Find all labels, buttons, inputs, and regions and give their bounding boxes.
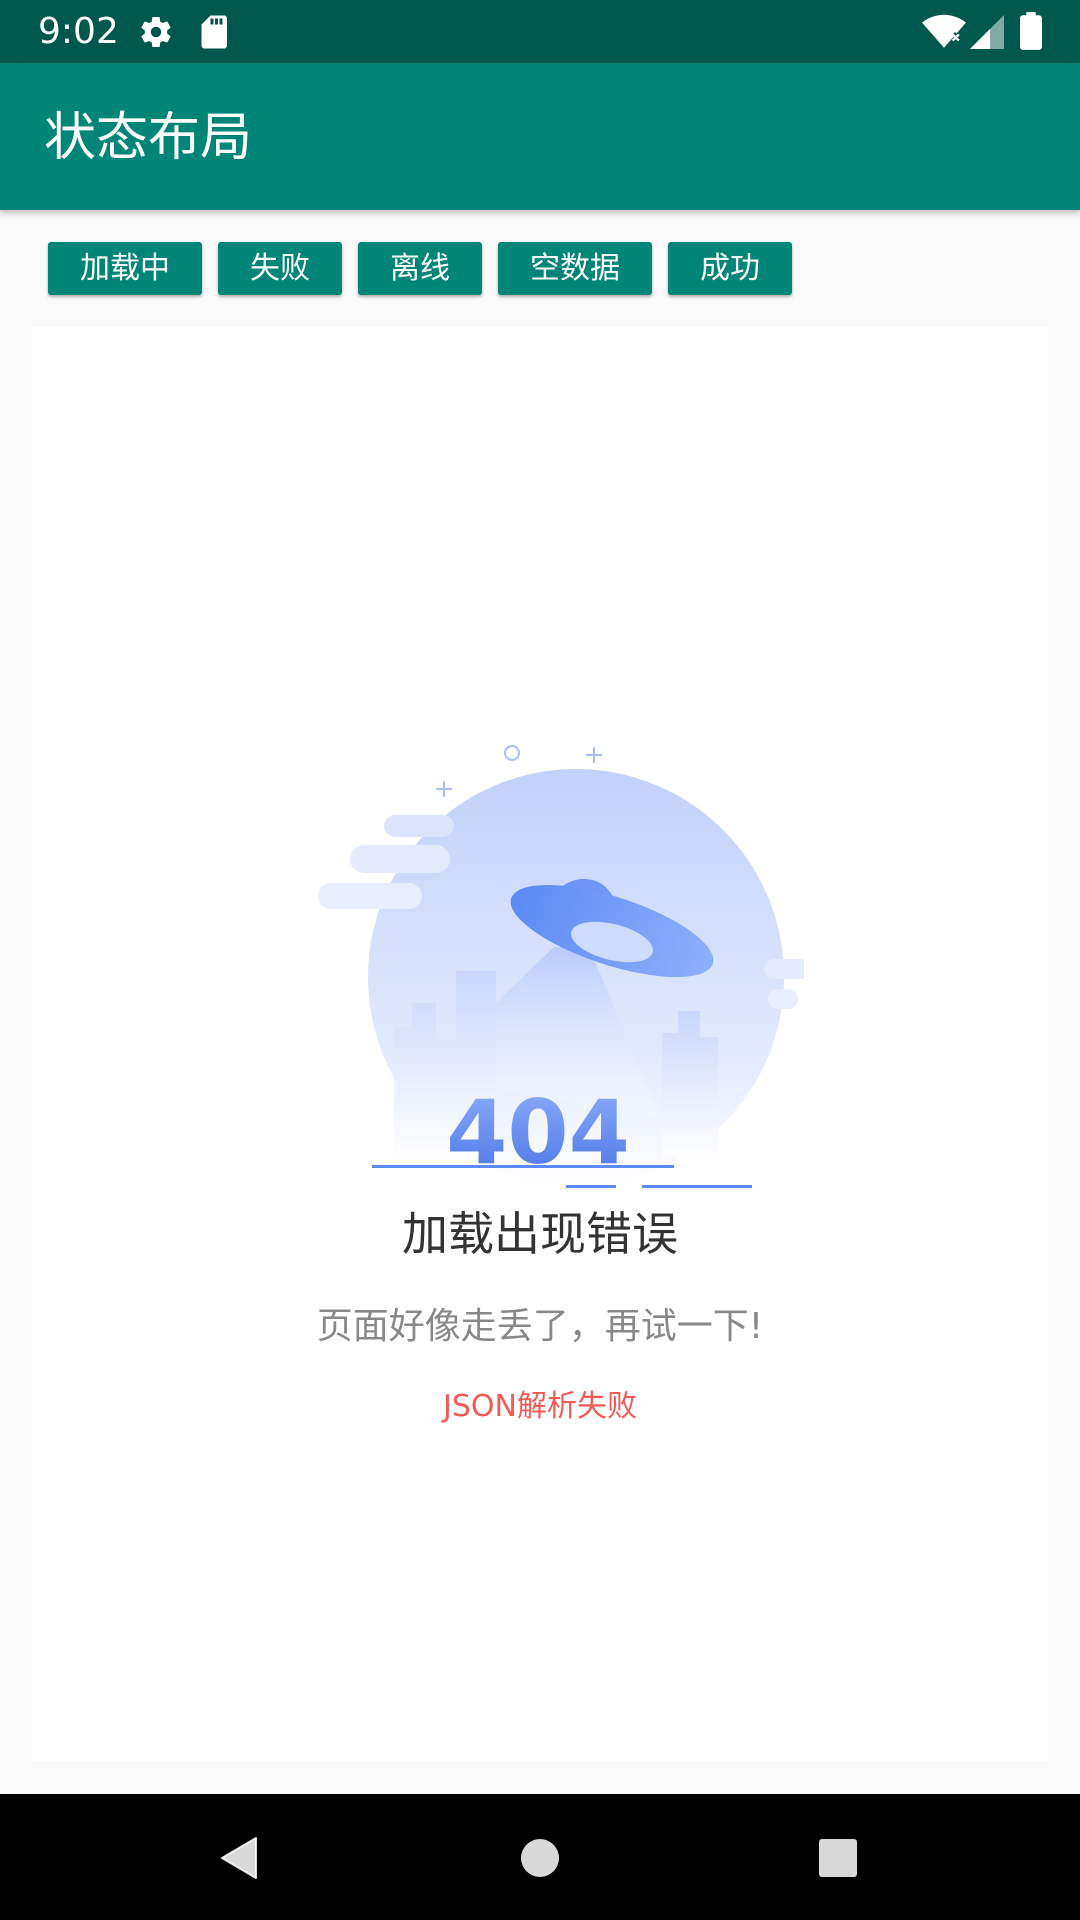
status-time: 9:02: [38, 11, 119, 52]
status-bar: 9:02: [0, 0, 1080, 63]
offline-button[interactable]: 离线: [358, 242, 482, 295]
loading-button[interactable]: 加载中: [48, 242, 202, 295]
empty-data-button[interactable]: 空数据: [498, 242, 652, 295]
wifi-icon: [922, 14, 966, 48]
sparkle-icon: [436, 781, 452, 797]
home-icon[interactable]: [520, 1838, 560, 1878]
error-subtitle: 页面好像走丢了，再试一下!: [316, 1306, 764, 1347]
cellular-signal-icon: [970, 15, 1004, 49]
battery-icon: [1020, 12, 1042, 50]
failure-button[interactable]: 失败: [218, 242, 342, 295]
error-title: 加载出现错误: [402, 1207, 678, 1261]
app-bar: 状态布局: [0, 63, 1080, 210]
illustration-code: 404: [446, 1081, 630, 1184]
back-icon[interactable]: [218, 1836, 258, 1880]
sd-card-icon: [201, 15, 227, 49]
error-404-illustration: 404: [318, 745, 804, 1188]
sparkle-icon: [504, 745, 520, 761]
state-toolbar: 加载中 失败 离线 空数据 成功: [48, 242, 792, 295]
error-detail: JSON解析失败: [443, 1389, 637, 1424]
navigation-bar: [0, 1794, 1080, 1920]
recents-icon[interactable]: [818, 1838, 858, 1878]
state-layout-container: 404 加载出现错误 页面好像走丢了，再试一下! JSON解析失败: [32, 327, 1048, 1761]
app-title: 状态布局: [44, 108, 253, 168]
sparkle-icon: [586, 747, 602, 763]
success-button[interactable]: 成功: [668, 242, 792, 295]
settings-icon: [141, 17, 171, 48]
